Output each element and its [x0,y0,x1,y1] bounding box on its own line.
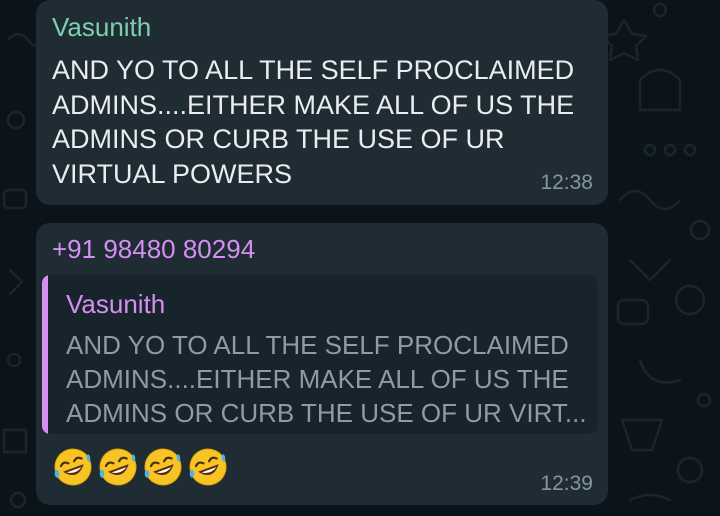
quoted-sender-name: Vasunith [66,289,166,319]
message-timestamp: 12:38 [540,171,593,194]
rolling-on-floor-laughing-emoji [189,448,227,486]
message-bubble-vasunith[interactable]: Vasunith AND YO TO ALL THE SELF PROCLAIM… [36,0,608,205]
rolling-on-floor-laughing-emoji [54,448,92,486]
sender-name[interactable]: +91 98480 80294 [52,234,255,264]
message-timestamp: 12:39 [540,472,593,495]
message-text: AND YO TO ALL THE SELF PROCLAIMED ADMINS… [52,55,575,189]
message-bubble-reply[interactable]: +91 98480 80294 Vasunith AND YO TO ALL T… [36,223,608,505]
quoted-message[interactable]: Vasunith AND YO TO ALL THE SELF PROCLAIM… [42,275,598,434]
rolling-on-floor-laughing-emoji [144,448,182,486]
emoji-row [52,446,229,488]
quote-accent-bar [42,275,48,434]
quoted-message-text: AND YO TO ALL THE SELF PROCLAIMED ADMINS… [66,330,587,428]
sender-name[interactable]: Vasunith [52,12,151,42]
rolling-on-floor-laughing-emoji [99,448,137,486]
